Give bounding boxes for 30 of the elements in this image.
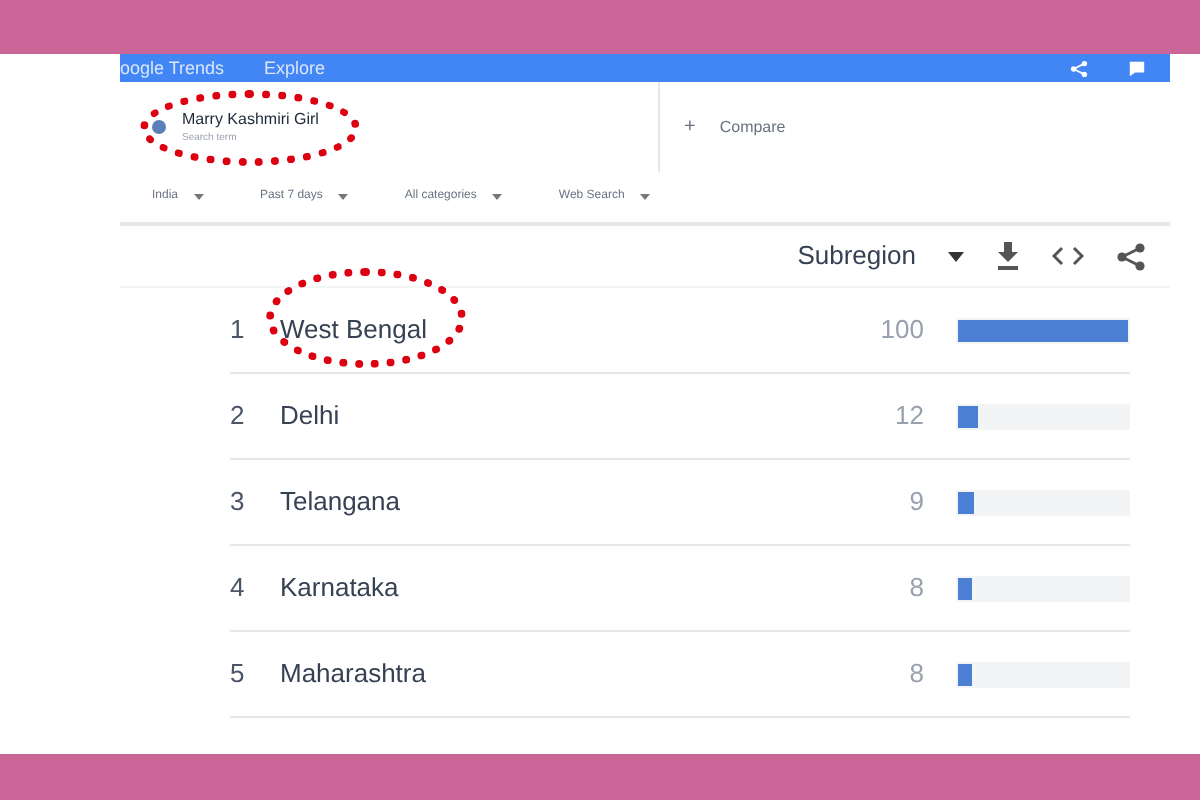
embed-code-icon[interactable] (1052, 246, 1084, 266)
download-icon[interactable] (996, 242, 1020, 270)
feedback-icon[interactable] (1128, 59, 1146, 77)
region-name[interactable]: Maharashtra (280, 654, 910, 694)
share-icon[interactable] (1116, 241, 1146, 271)
dropdown-caret-icon[interactable] (948, 251, 964, 261)
app-title: oogle Trends (120, 59, 225, 77)
rank-number: 4 (230, 570, 247, 607)
interest-value: 8 (909, 570, 924, 607)
region-name[interactable]: Karnataka (280, 568, 910, 608)
caret-icon (492, 194, 503, 200)
caret-icon (640, 194, 651, 200)
subregion-dropdown[interactable]: Subregion (797, 236, 916, 276)
region-name[interactable]: West Bengal (280, 310, 881, 350)
search-term[interactable]: Marry Kashmiri Girl (182, 107, 319, 132)
share-icon[interactable] (1070, 59, 1088, 77)
caret-icon (194, 194, 205, 200)
interest-value: 100 (880, 312, 924, 349)
rank-number: 1 (230, 312, 247, 349)
rank-number: 5 (230, 656, 247, 693)
interest-value: 12 (895, 398, 924, 435)
region-name[interactable]: Telangana (280, 482, 910, 522)
rank-number: 3 (230, 484, 247, 521)
add-icon[interactable]: + (684, 112, 696, 142)
rank-number: 2 (230, 398, 247, 435)
caret-icon (338, 194, 349, 200)
interest-value: 9 (909, 484, 924, 521)
compare-button[interactable]: Compare (719, 115, 786, 139)
region-name[interactable]: Delhi (280, 396, 896, 436)
interest-value: 8 (909, 656, 924, 693)
